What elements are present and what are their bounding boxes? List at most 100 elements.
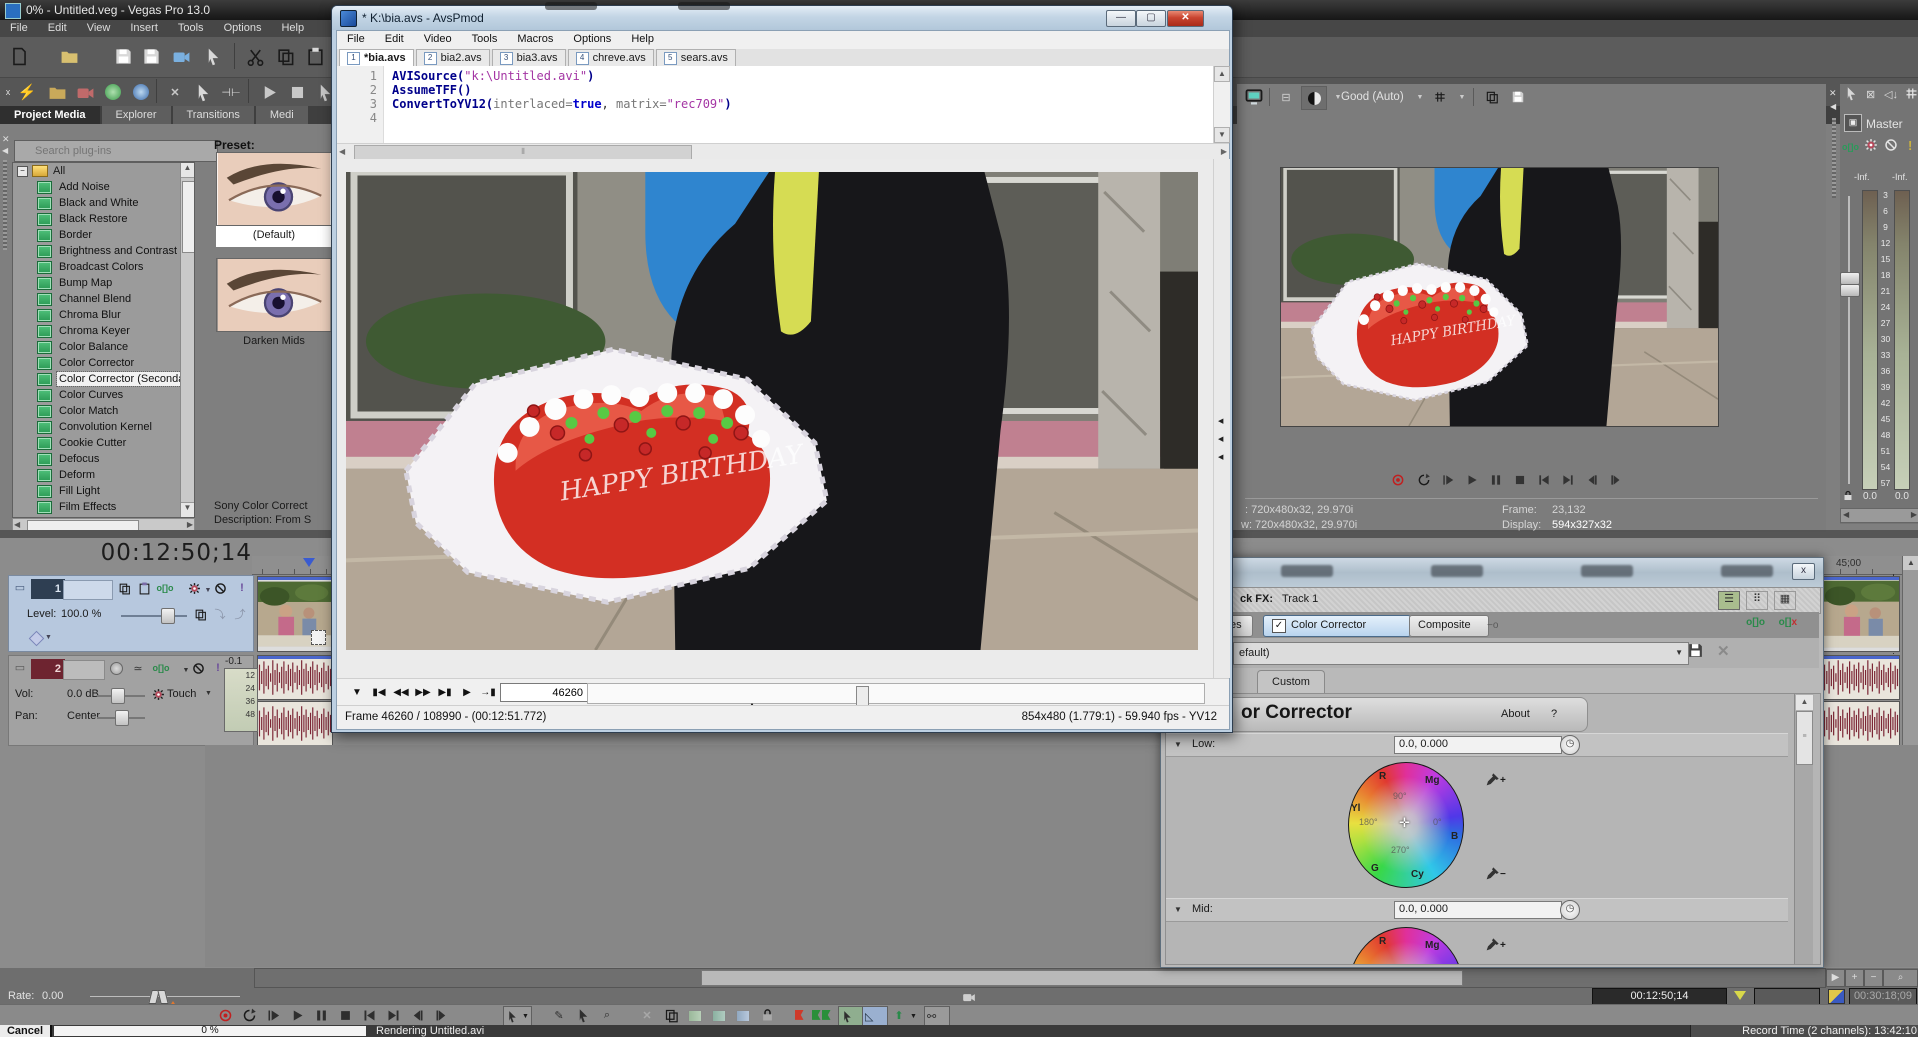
mid-wheel-row[interactable]: ▼ Mid: 0.0, 0.000 ◷ bbox=[1166, 898, 1788, 922]
script-editor[interactable]: 1234 AVISource("k:\Untitled.avi") AssumeT… bbox=[337, 66, 1213, 143]
bus-window-icon[interactable] bbox=[1844, 86, 1859, 101]
loop-playback-button[interactable] bbox=[238, 1007, 260, 1024]
scroll-right-icon[interactable]: ▶ bbox=[1826, 969, 1845, 987]
audio-event-ch2[interactable] bbox=[257, 701, 333, 746]
scroll-up-icon[interactable]: ▲ bbox=[181, 163, 194, 178]
automation-settings-icon[interactable] bbox=[149, 686, 167, 702]
paste-attributes-icon[interactable] bbox=[190, 79, 216, 105]
project-properties-button[interactable] bbox=[200, 43, 226, 69]
eyedropper-add-icon[interactable]: + bbox=[1484, 772, 1506, 788]
plugin-list-item[interactable]: Color Corrector bbox=[13, 355, 194, 371]
delete-icon[interactable]: ✕ bbox=[162, 79, 188, 105]
track-minimize-icon[interactable]: ▭ bbox=[11, 579, 29, 595]
event-tool-3[interactable] bbox=[732, 1007, 754, 1024]
scroll-down-icon[interactable]: ▼ bbox=[181, 502, 194, 517]
narrow-meters-icon[interactable]: ⊠ bbox=[1866, 88, 1875, 101]
zoom-out-time-button[interactable]: − bbox=[1864, 969, 1883, 987]
collapse-icon[interactable]: ▼ bbox=[1174, 740, 1182, 749]
plugin-list-item[interactable]: Convolution Kernel bbox=[13, 419, 194, 435]
solo-icon[interactable]: ! bbox=[1908, 138, 1912, 153]
insert-region-button[interactable] bbox=[810, 1007, 832, 1024]
render-as-button[interactable] bbox=[168, 43, 194, 69]
delete-preset-icon[interactable]: ✕ bbox=[1717, 642, 1730, 660]
vegas-menu-item[interactable]: File bbox=[0, 20, 38, 37]
track-fx-icon[interactable]: o[]o bbox=[156, 580, 174, 596]
tab-custom[interactable]: Custom bbox=[1257, 670, 1325, 694]
preview-device-icon[interactable] bbox=[1243, 86, 1265, 108]
video-event[interactable] bbox=[257, 576, 333, 652]
play-button[interactable]: ▶ bbox=[459, 684, 475, 701]
mid-value-field[interactable]: 0.0, 0.000 bbox=[1394, 901, 1562, 919]
avspmod-menu-item[interactable]: File bbox=[337, 31, 375, 49]
dock-close-icon[interactable]: ✕ bbox=[2, 134, 10, 145]
playhead-marker[interactable] bbox=[303, 558, 315, 567]
copy-button[interactable] bbox=[272, 43, 298, 69]
mute-icon[interactable] bbox=[189, 660, 207, 676]
scroll-left-icon[interactable]: ◀ bbox=[14, 520, 20, 529]
about-button[interactable]: About bbox=[1501, 708, 1530, 720]
auto-ripple-button[interactable]: ⬆ bbox=[888, 1007, 910, 1024]
plugin-search-input[interactable] bbox=[14, 140, 218, 162]
dock-pin-icon[interactable]: ◀ bbox=[2, 146, 8, 155]
cut-button[interactable] bbox=[242, 43, 268, 69]
downmix-icon[interactable]: ◁↓ bbox=[1884, 88, 1898, 101]
collapse-pane-icon[interactable]: ◀ bbox=[1218, 453, 1223, 461]
track1-header[interactable]: ▭ 1 o[]o ▼ ! Level: 100.0 % ⤵ ⤴ ▼ bbox=[8, 575, 254, 652]
loop-playback-button[interactable] bbox=[1413, 470, 1435, 490]
plugin-list-item[interactable]: Color Match bbox=[13, 403, 194, 419]
cursor-time-field[interactable]: 00:12:50;14 bbox=[1592, 988, 1727, 1005]
script-tab[interactable]: 1 *bia.avs bbox=[339, 49, 414, 66]
save-project-button[interactable] bbox=[110, 43, 136, 69]
envelope-tool-button[interactable]: ✎ bbox=[548, 1007, 570, 1024]
master-hscrollbar[interactable]: ◀ ▶ bbox=[1840, 508, 1918, 523]
plugin-list-item[interactable]: Film Effects bbox=[13, 499, 194, 515]
vegas-menu-item[interactable]: Insert bbox=[120, 20, 168, 37]
vegas-menu-item[interactable]: View bbox=[77, 20, 121, 37]
cancel-button[interactable]: Cancel bbox=[0, 1025, 52, 1037]
overlays-grid-icon[interactable] bbox=[1429, 86, 1451, 108]
scroll-up-icon[interactable]: ▲ bbox=[1214, 66, 1230, 82]
track2-header[interactable]: ▭ 2 ≃ o[]o ▼ ! -0.1 12 24 36 48 Vol: 0.0 dB… bbox=[8, 655, 258, 746]
level-slider-thumb[interactable] bbox=[161, 608, 175, 624]
plugin-tree-root[interactable]: − All bbox=[13, 163, 194, 179]
plugin-list-item[interactable]: Color Curves bbox=[13, 387, 194, 403]
plugin-list-scrollbar[interactable]: ▲ ▼ bbox=[180, 163, 194, 517]
go-to-start-button[interactable] bbox=[358, 1007, 380, 1024]
previous-frame-button[interactable] bbox=[1581, 470, 1603, 490]
avspmod-menu-item[interactable]: Macros bbox=[507, 31, 563, 49]
save-as-button[interactable] bbox=[138, 43, 164, 69]
vol-slider-thumb[interactable] bbox=[111, 688, 125, 704]
vegas-menu-item[interactable]: Help bbox=[271, 20, 314, 37]
selection-tool-button[interactable] bbox=[572, 1007, 594, 1024]
stop-button[interactable] bbox=[1509, 470, 1531, 490]
selection-length-field[interactable] bbox=[1754, 988, 1820, 1005]
scroll-right-icon[interactable]: ▶ bbox=[1221, 147, 1227, 156]
frame-number-input[interactable] bbox=[500, 683, 588, 702]
automation-settings-icon[interactable] bbox=[1864, 138, 1878, 152]
ignore-event-grouping-button[interactable]: ⚯ bbox=[924, 1006, 950, 1027]
collapse-pane-icon[interactable]: ◀ bbox=[1218, 417, 1223, 425]
automation-mode[interactable]: Touch bbox=[167, 688, 196, 700]
copy-snapshot-icon[interactable] bbox=[1481, 86, 1503, 108]
fx-view-list-icon[interactable]: ☰ bbox=[1718, 591, 1740, 610]
plugin-list-item[interactable]: Fill Light bbox=[13, 483, 194, 499]
scroll-right-icon[interactable]: ▶ bbox=[187, 520, 193, 529]
avspmod-menu-item[interactable]: Help bbox=[621, 31, 664, 49]
save-preset-icon[interactable] bbox=[1687, 642, 1704, 659]
plugin-list-item[interactable]: Defocus bbox=[13, 451, 194, 467]
stop-button[interactable] bbox=[334, 1007, 356, 1024]
insert-marker-button[interactable] bbox=[788, 1007, 810, 1024]
script-tab[interactable]: 2 bia2.avs bbox=[415, 49, 490, 66]
dock-tab[interactable]: Medi bbox=[255, 106, 308, 124]
preset-item-default[interactable]: (Default) bbox=[216, 152, 332, 247]
chevron-down-icon[interactable]: ▼ bbox=[1409, 86, 1431, 108]
edit-tool-button[interactable]: ▼ bbox=[503, 1006, 532, 1027]
remove-fx-icon[interactable]: o[]x bbox=[1779, 617, 1797, 628]
plugin-list-item[interactable]: Color Balance bbox=[13, 339, 194, 355]
chevron-down-icon[interactable]: ▼ bbox=[910, 1013, 917, 1020]
go-to-start-button[interactable] bbox=[1533, 470, 1555, 490]
import-media-icon[interactable] bbox=[44, 79, 70, 105]
plugin-list-item[interactable]: Channel Blend bbox=[13, 291, 194, 307]
end-time-field[interactable]: 00:30:18;09 bbox=[1849, 988, 1917, 1005]
preview-quality-icon[interactable] bbox=[1301, 86, 1327, 110]
